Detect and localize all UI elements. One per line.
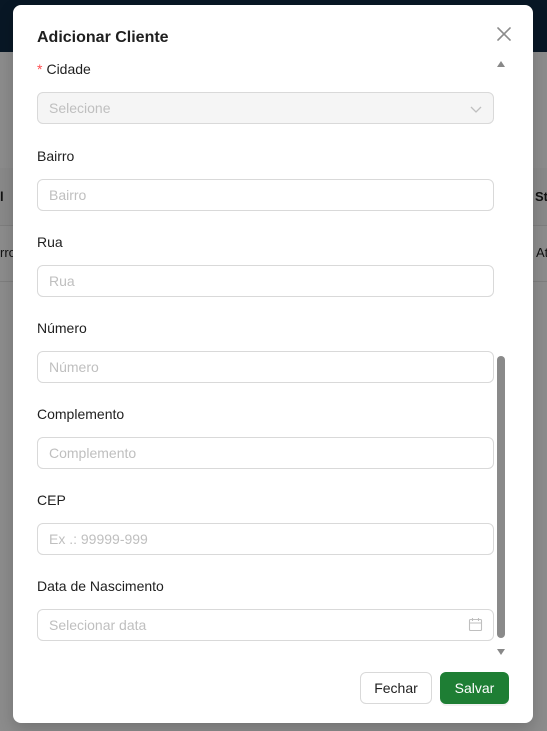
close-icon[interactable] bbox=[493, 23, 515, 45]
field-label: Data de Nascimento bbox=[37, 578, 164, 594]
add-client-modal: Adicionar Cliente * Cidade Selecione Bair… bbox=[13, 5, 533, 723]
field-label: Bairro bbox=[37, 148, 75, 164]
field-label: Número bbox=[37, 320, 87, 336]
neighborhood-input[interactable] bbox=[37, 179, 494, 211]
form-body: *Cidade Selecione Bairro Rua Número Comp… bbox=[37, 57, 507, 662]
scroll-down-arrow-icon[interactable] bbox=[497, 649, 505, 655]
number-input[interactable] bbox=[37, 351, 494, 383]
street-input[interactable] bbox=[37, 265, 494, 297]
modal-footer: Fechar Salvar bbox=[13, 672, 533, 712]
field-label-text: Cidade bbox=[46, 61, 91, 77]
close-button[interactable]: Fechar bbox=[360, 672, 432, 704]
field-label: CEP bbox=[37, 492, 66, 508]
select-placeholder: Selecione bbox=[49, 100, 111, 116]
field-label: Rua bbox=[37, 234, 63, 250]
scroll-thumb[interactable] bbox=[497, 356, 505, 638]
field-label: * Cidade bbox=[37, 61, 91, 77]
city-select[interactable]: Selecione bbox=[37, 92, 494, 124]
scroll-up-arrow-icon[interactable] bbox=[497, 61, 505, 67]
calendar-icon[interactable] bbox=[468, 617, 483, 632]
modal-title: Adicionar Cliente bbox=[37, 29, 169, 46]
cep-input[interactable] bbox=[37, 523, 494, 555]
required-mark: * bbox=[37, 61, 43, 77]
save-button[interactable]: Salvar bbox=[440, 672, 509, 704]
complement-input[interactable] bbox=[37, 437, 494, 469]
form-scrollbar[interactable] bbox=[495, 61, 507, 661]
birthdate-input[interactable] bbox=[37, 609, 494, 641]
field-label: Complemento bbox=[37, 406, 125, 422]
chevron-down-icon bbox=[470, 106, 482, 113]
